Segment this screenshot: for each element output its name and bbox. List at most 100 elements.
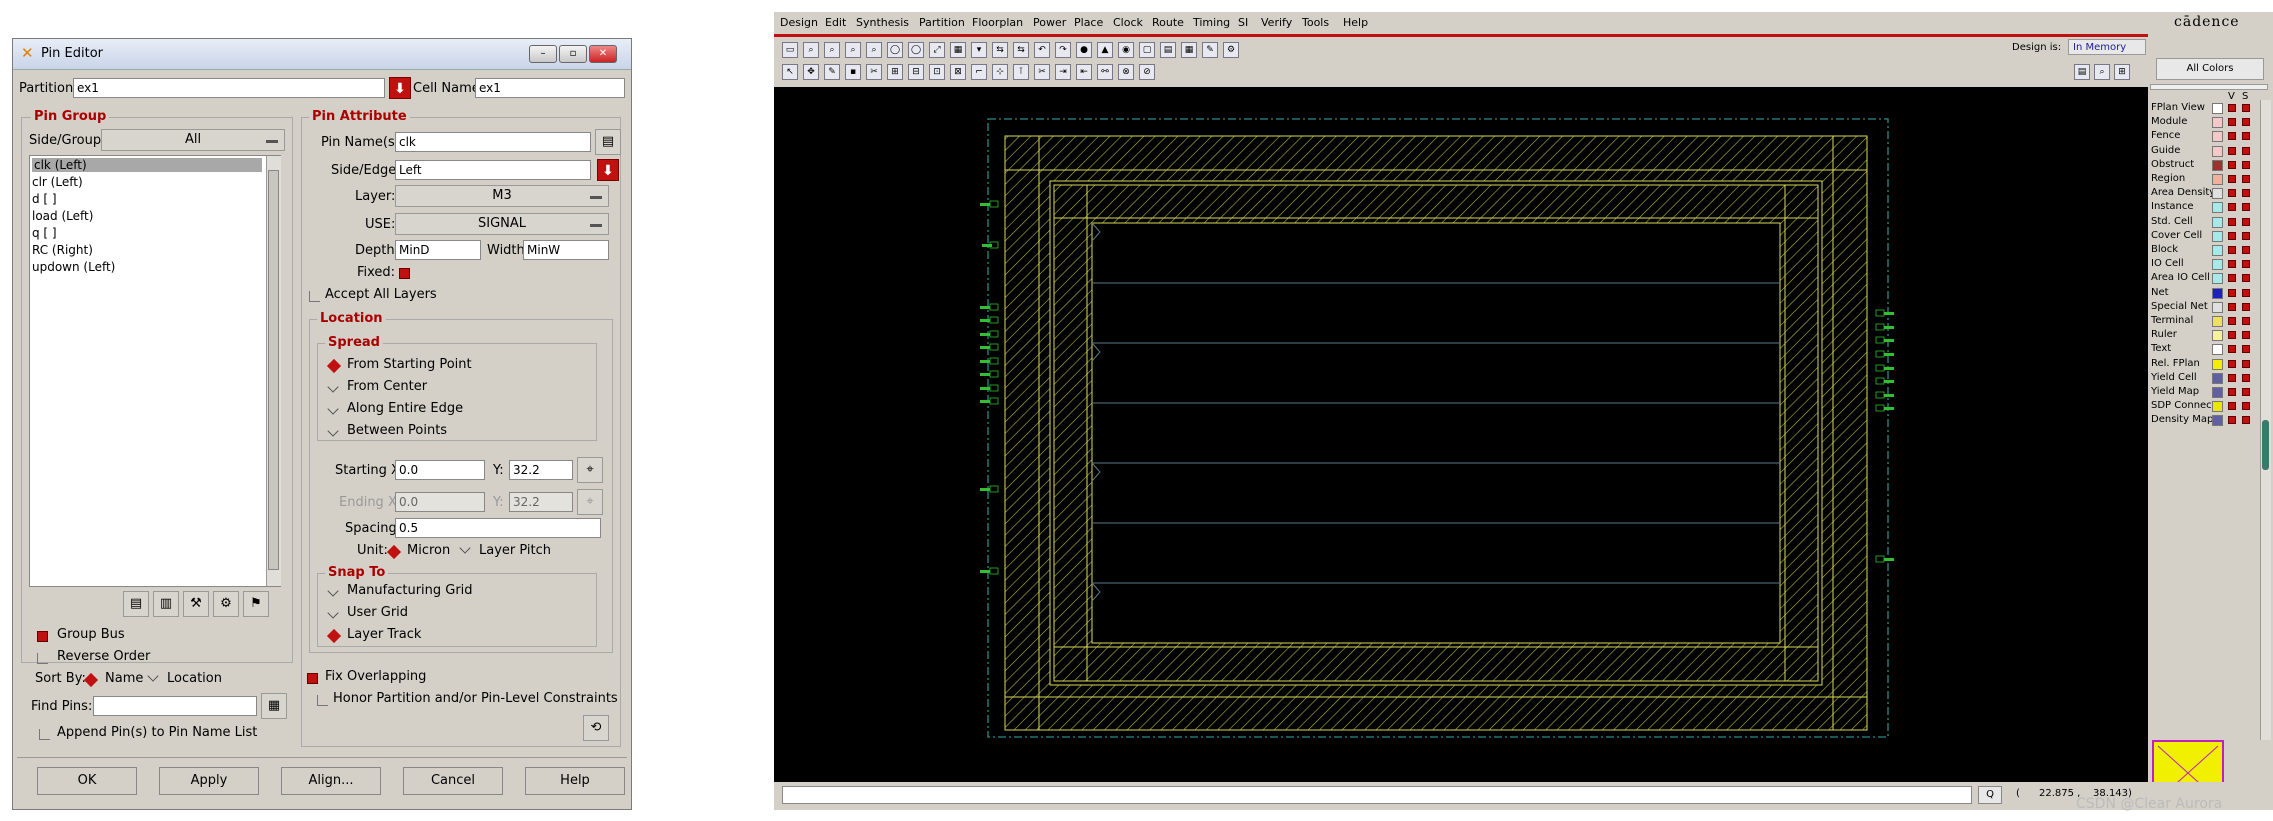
toolbar-icon[interactable]: ◯ (887, 42, 903, 58)
pin-list-item[interactable]: load (Left) (32, 209, 93, 223)
menu-partition[interactable]: Partition (919, 16, 965, 29)
menu-route[interactable]: Route (1152, 16, 1184, 29)
layout-canvas[interactable] (774, 87, 2148, 782)
toolbar-icon[interactable]: ⌕ (803, 42, 819, 58)
legend-visible-checkbox[interactable] (2228, 132, 2236, 141)
starting-x-input[interactable]: 0.0 (395, 460, 485, 480)
pin-list-item[interactable]: d [ ] (32, 192, 57, 206)
legend-selectable-checkbox[interactable] (2242, 203, 2250, 212)
legend-visible-checkbox[interactable] (2228, 288, 2236, 297)
menu-design[interactable]: Design (780, 16, 818, 29)
legend-selectable-checkbox[interactable] (2242, 402, 2250, 411)
pin-list-tool-icon-3[interactable]: ⚒ (183, 591, 209, 617)
edit-tool-icon[interactable]: ⊟ (908, 64, 924, 80)
menu-floorplan[interactable]: Floorplan (972, 16, 1023, 29)
legend-visible-checkbox[interactable] (2228, 175, 2236, 183)
ok-button[interactable]: OK (37, 767, 137, 795)
legend-color-swatch[interactable] (2212, 301, 2223, 313)
legend-selectable-checkbox[interactable] (2242, 288, 2250, 297)
toolbar-icon[interactable]: ⌕ (845, 42, 861, 58)
legend-selectable-checkbox[interactable] (2242, 317, 2250, 325)
apply-button[interactable]: Apply (159, 767, 259, 795)
legend-visible-checkbox[interactable] (2228, 118, 2236, 127)
legend-visible-checkbox[interactable] (2228, 388, 2236, 396)
align-button[interactable]: Align... (281, 767, 381, 795)
legend-selectable-checkbox[interactable] (2242, 104, 2250, 112)
legend-color-swatch[interactable] (2212, 131, 2223, 143)
legend-selectable-checkbox[interactable] (2242, 359, 2250, 368)
side-edge-input[interactable]: Left (395, 160, 591, 180)
depth-input[interactable]: MinD (395, 240, 481, 260)
legend-scroll-thumb[interactable] (2262, 420, 2269, 470)
menu-power[interactable]: Power (1033, 16, 1066, 29)
legend-visible-checkbox[interactable] (2228, 331, 2236, 340)
legend-selectable-checkbox[interactable] (2242, 175, 2250, 183)
menu-help[interactable]: Help (1343, 16, 1368, 29)
sort-name-radio[interactable] (83, 672, 99, 688)
all-colors-button[interactable]: All Colors (2156, 58, 2264, 80)
edit-tool-icon[interactable]: ✂ (1034, 64, 1050, 80)
partition-field[interactable]: ex1 (73, 78, 385, 98)
toolbar-icon[interactable]: ⌕ (824, 42, 840, 58)
edit-tool-icon[interactable]: ⊗ (1118, 64, 1134, 80)
legend-selectable-checkbox[interactable] (2242, 160, 2250, 169)
ending-x-input[interactable]: 0.0 (395, 492, 485, 512)
edit-tool-icon[interactable]: ✂ (866, 64, 882, 80)
legend-selectable-checkbox[interactable] (2242, 217, 2250, 226)
legend-selectable-checkbox[interactable] (2242, 118, 2250, 127)
legend-visible-checkbox[interactable] (2228, 260, 2236, 269)
minimize-button[interactable]: – (529, 45, 557, 63)
toolbar-icon[interactable]: ▦ (1181, 42, 1197, 58)
menu-edit[interactable]: Edit (825, 16, 846, 29)
menu-clock[interactable]: Clock (1113, 16, 1143, 29)
toolbar-icon[interactable]: ↶ (1034, 42, 1050, 58)
legend-color-swatch[interactable] (2212, 188, 2223, 200)
legend-selectable-checkbox[interactable] (2242, 146, 2250, 155)
pin-names-input[interactable]: clk (395, 132, 591, 152)
legend-visible-checkbox[interactable] (2228, 317, 2236, 325)
legend-selectable-checkbox[interactable] (2242, 231, 2250, 240)
starting-point-pick-icon[interactable]: ⌖ (577, 457, 603, 483)
legend-color-swatch[interactable] (2212, 316, 2223, 327)
legend-visible-checkbox[interactable] (2228, 302, 2236, 311)
legend-selectable-checkbox[interactable] (2242, 416, 2250, 425)
toolbar-icon[interactable]: ▤ (1160, 42, 1176, 58)
legend-color-swatch[interactable] (2212, 287, 2223, 299)
view-tool-icon[interactable]: ⌕ (2094, 64, 2110, 80)
accept-all-layers-checkbox[interactable] (309, 291, 320, 302)
legend-color-swatch[interactable] (2212, 145, 2223, 157)
toolbar-icon[interactable]: ⇆ (1013, 42, 1029, 58)
legend-selectable-checkbox[interactable] (2242, 246, 2250, 254)
pin-list-scrollbar[interactable] (266, 156, 281, 586)
pin-list-item[interactable]: updown (Left) (32, 260, 115, 274)
toolbar-icon[interactable]: ⌕ (866, 42, 882, 58)
append-checkbox[interactable] (39, 729, 50, 740)
legend-color-swatch[interactable] (2212, 202, 2223, 214)
reset-icon[interactable]: ⟲ (583, 715, 609, 741)
legend-color-swatch[interactable] (2212, 117, 2223, 129)
find-pins-input[interactable] (93, 696, 257, 716)
legend-selectable-checkbox[interactable] (2242, 260, 2250, 269)
legend-visible-checkbox[interactable] (2228, 160, 2236, 169)
legend-color-swatch[interactable] (2212, 401, 2223, 413)
command-input[interactable] (782, 786, 1972, 804)
pin-list-item[interactable]: RC (Right) (32, 243, 93, 257)
legend-color-swatch[interactable] (2212, 387, 2223, 398)
toolbar-icon[interactable]: ⇆ (992, 42, 1008, 58)
edit-tool-icon[interactable]: ↖ (782, 64, 798, 80)
pin-list-tool-icon-5[interactable]: ⚑ (243, 591, 269, 617)
legend-visible-checkbox[interactable] (2228, 231, 2236, 240)
edit-tool-icon[interactable]: ✥ (803, 64, 819, 80)
pin-list-item[interactable]: clr (Left) (32, 175, 83, 189)
legend-slider[interactable] (2150, 84, 2268, 90)
fixed-checkbox[interactable] (399, 268, 410, 279)
ending-y-input[interactable]: 32.2 (509, 492, 573, 512)
toolbar-icon[interactable]: ▾ (971, 42, 987, 58)
legend-selectable-checkbox[interactable] (2242, 373, 2250, 382)
legend-color-swatch[interactable] (2212, 245, 2223, 256)
spacing-input[interactable]: 0.5 (395, 518, 601, 538)
starting-y-input[interactable]: 32.2 (509, 460, 573, 480)
legend-color-swatch[interactable] (2212, 330, 2223, 342)
width-input[interactable]: MinW (523, 240, 609, 260)
legend-visible-checkbox[interactable] (2228, 203, 2236, 212)
